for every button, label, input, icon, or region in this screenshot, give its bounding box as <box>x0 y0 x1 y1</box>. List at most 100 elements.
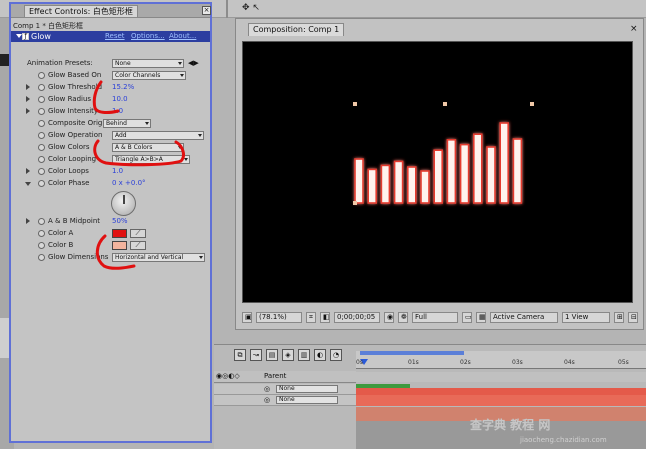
tab-effect-controls[interactable]: Effect Controls: 白色矩形框 <box>24 5 138 17</box>
reset-link[interactable]: Reset <box>105 31 125 42</box>
property-row: A & B Midpoint 50% <box>11 216 210 227</box>
pickwhip-icon[interactable]: ◎ <box>264 385 270 393</box>
layer-row[interactable]: ◎ None <box>214 384 356 395</box>
eyedropper-icon[interactable]: ⟋ <box>130 229 146 238</box>
effect-header[interactable]: ƒ Glow Reset Options... About... <box>11 31 210 42</box>
time-ruler[interactable]: 0s 01s 02s 03s 04s 05s <box>356 351 646 369</box>
chevron-down-icon <box>178 62 182 65</box>
stopwatch-icon[interactable] <box>38 108 45 115</box>
camera-icon[interactable]: ◉ <box>384 312 394 323</box>
glow-colors-dropdown[interactable]: A & B Colors <box>112 143 184 152</box>
expand-triangle-icon[interactable] <box>26 108 30 114</box>
midpoint-value[interactable]: 50% <box>112 216 128 227</box>
composite-original-dropdown[interactable]: Behind <box>103 119 151 128</box>
current-time-display[interactable]: 0;00;00;05 <box>334 312 380 323</box>
dropdown-value: A & B Colors <box>115 144 153 151</box>
stopwatch-icon[interactable] <box>38 180 45 187</box>
color-a-swatch[interactable] <box>112 229 127 238</box>
stopwatch-icon[interactable] <box>38 96 45 103</box>
tab-composition[interactable]: Composition: Comp 1 <box>248 23 345 36</box>
fx-toggle-icon[interactable]: ƒ <box>22 33 29 40</box>
watermark-url: jiaocheng.chazidian.com <box>520 436 607 444</box>
layer-handle[interactable] <box>530 102 534 106</box>
parent-dropdown[interactable]: None <box>276 396 338 404</box>
color-loops-value[interactable]: 1.0 <box>112 166 123 177</box>
expand-triangle-icon[interactable] <box>26 96 30 102</box>
hide-shy-layers-icon[interactable]: ◈ <box>282 349 294 361</box>
graph-editor-icon[interactable]: ◔ <box>330 349 342 361</box>
stopwatch-icon[interactable] <box>38 242 45 249</box>
glow-intensity-value[interactable]: 1.0 <box>112 106 123 117</box>
property-label: A & B Midpoint <box>48 217 101 225</box>
layer-row[interactable]: ◎ None <box>214 395 356 406</box>
composition-viewer[interactable] <box>242 41 633 303</box>
expand-triangle-icon[interactable] <box>26 168 30 174</box>
fast-preview-icon[interactable]: ⊟ <box>628 312 638 323</box>
dial-needle <box>123 195 125 204</box>
pickwhip-icon[interactable]: ◎ <box>264 396 270 404</box>
work-area-bar[interactable] <box>360 351 464 355</box>
stopwatch-icon[interactable] <box>38 120 45 127</box>
stopwatch-icon[interactable] <box>38 156 45 163</box>
stopwatch-icon[interactable] <box>38 72 45 79</box>
stopwatch-icon[interactable] <box>38 254 45 261</box>
close-icon[interactable]: × <box>630 24 638 34</box>
effect-controls-panel: Effect Controls: 白色矩形框 × Comp 1 * 白色矩形框 … <box>9 2 212 443</box>
collapse-triangle-icon[interactable] <box>25 182 31 186</box>
stopwatch-icon[interactable] <box>38 230 45 237</box>
color-b-swatch[interactable] <box>112 241 127 250</box>
region-of-interest-icon[interactable]: ▭ <box>462 312 472 323</box>
stopwatch-icon[interactable] <box>38 144 45 151</box>
view-layout-dropdown[interactable]: 1 View <box>562 312 610 323</box>
glow-threshold-value[interactable]: 15.2% <box>112 82 134 93</box>
transparency-grid-icon[interactable]: ▦ <box>476 312 486 323</box>
ruler-tick: 02s <box>460 359 471 366</box>
stopwatch-icon[interactable] <box>38 132 45 139</box>
glowing-bar <box>393 160 404 204</box>
always-preview-icon[interactable]: ▣ <box>242 312 252 323</box>
live-update-icon[interactable]: ↝ <box>250 349 262 361</box>
safe-zones-icon[interactable]: ⌗ <box>306 312 316 323</box>
magnification-dropdown[interactable]: (78.1%) <box>256 312 302 323</box>
av-switches-icon[interactable]: ◉◎◐◇ <box>216 372 240 380</box>
stopwatch-icon[interactable] <box>38 84 45 91</box>
preset-nav-icon[interactable]: ◀▶ <box>188 59 199 67</box>
camera-dropdown[interactable]: Active Camera <box>490 312 558 323</box>
panel-tab-bar: Effect Controls: 白色矩形框 × <box>11 4 211 18</box>
draft-3d-icon[interactable]: ▤ <box>266 349 278 361</box>
stopwatch-icon[interactable] <box>38 168 45 175</box>
options-link[interactable]: Options... <box>131 31 165 42</box>
glow-operation-dropdown[interactable]: Add <box>112 131 204 140</box>
layer-handle[interactable] <box>353 102 357 106</box>
glowing-bar <box>433 149 443 204</box>
motion-blur-icon[interactable]: ◐ <box>314 349 326 361</box>
toolbar-tool-icons[interactable]: ✥ ↖ <box>242 3 260 13</box>
color-phase-value[interactable]: 0 x +0.0° <box>112 178 146 189</box>
close-icon[interactable]: × <box>202 6 211 15</box>
comp-mini-flowchart-icon[interactable]: ⧉ <box>234 349 246 361</box>
resolution-dropdown[interactable]: Full <box>412 312 458 323</box>
snapshot-icon[interactable]: ◧ <box>320 312 330 323</box>
animation-presets-dropdown[interactable]: None <box>112 59 184 68</box>
layer-handle[interactable] <box>443 102 447 106</box>
layer-duration-bar[interactable] <box>356 395 646 406</box>
about-link[interactable]: About... <box>169 31 196 42</box>
property-label: Color A <box>48 229 74 237</box>
color-channel-icon[interactable]: ❁ <box>398 312 408 323</box>
eyedropper-icon[interactable]: ⟋ <box>130 241 146 250</box>
ruler-tick: 05s <box>618 359 629 366</box>
glow-radius-value[interactable]: 10.0 <box>112 94 128 105</box>
toggle-pixel-icon[interactable]: ⊞ <box>614 312 624 323</box>
parent-dropdown[interactable]: None <box>276 385 338 393</box>
expand-triangle-icon[interactable] <box>26 218 30 224</box>
stopwatch-icon[interactable] <box>38 218 45 225</box>
glow-based-on-dropdown[interactable]: Color Channels <box>112 71 186 80</box>
color-phase-dial[interactable] <box>111 191 136 216</box>
chevron-down-icon <box>198 134 202 137</box>
color-looping-dropdown[interactable]: Triangle A>B>A <box>112 155 190 164</box>
glow-dimensions-dropdown[interactable]: Horizontal and Vertical <box>112 253 205 262</box>
layer-handle[interactable] <box>353 201 357 205</box>
expand-triangle-icon[interactable] <box>26 84 30 90</box>
layer-duration-bar[interactable] <box>356 388 646 395</box>
frame-blending-icon[interactable]: ▥ <box>298 349 310 361</box>
